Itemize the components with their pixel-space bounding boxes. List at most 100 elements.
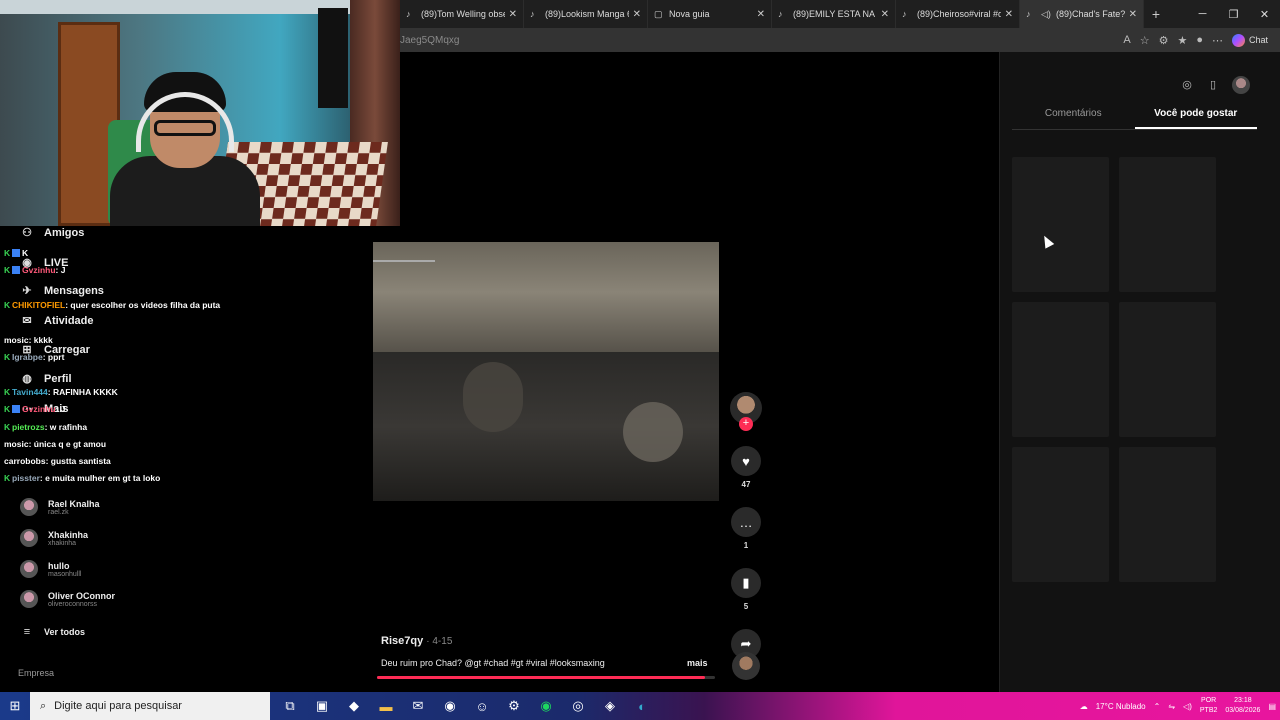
browser-tab[interactable]: ♪ (89)Lookism Manga 61 ✕ bbox=[524, 0, 648, 28]
nav-friends[interactable]: ⚇ Amigos bbox=[20, 226, 84, 240]
suggested-video[interactable] bbox=[1119, 302, 1216, 437]
close-window-icon[interactable]: ✕ bbox=[1249, 0, 1280, 28]
tiktok-icon: ♪ bbox=[778, 9, 783, 19]
webcam-overlay bbox=[0, 0, 400, 226]
list-icon: ≡ bbox=[23, 626, 31, 638]
phone-icon[interactable]: ▯ bbox=[1206, 78, 1220, 92]
more-icon[interactable]: ⋯ bbox=[1212, 34, 1223, 47]
mail-icon[interactable]: ✉ bbox=[406, 695, 430, 717]
tab-comments[interactable]: Comentários bbox=[1012, 108, 1135, 129]
star-icon[interactable]: ☆ bbox=[1140, 34, 1150, 47]
windows-taskbar: ⊞ ⌕ Digite aqui para pesquisar ⧉ ▣ ◆ ▬ ✉ … bbox=[0, 692, 1280, 720]
like-action[interactable]: ♥ 47 bbox=[730, 446, 762, 489]
browser-tab[interactable]: ▢ Nova guia ✕ bbox=[648, 0, 772, 28]
browser-tab-active[interactable]: ♪◁)(89)Chad's Fate? Pe✕ bbox=[1020, 0, 1144, 28]
following-item[interactable]: hullo masonhulll bbox=[20, 560, 81, 578]
steam-icon[interactable]: ⚙ bbox=[502, 695, 526, 717]
language-indicator[interactable]: POR PTB2 bbox=[1200, 696, 1218, 716]
video-progress-fill bbox=[377, 676, 705, 679]
translate-icon[interactable]: A bbox=[1123, 34, 1130, 46]
suggested-video[interactable] bbox=[1119, 447, 1216, 582]
app-icon[interactable]: ◈ bbox=[598, 695, 622, 717]
speaker-icon[interactable]: ◁) bbox=[1041, 9, 1051, 19]
tray-expand-icon[interactable]: ⌃ bbox=[1154, 702, 1161, 711]
close-tab-icon[interactable]: ✕ bbox=[881, 9, 889, 20]
close-tab-icon[interactable]: ✕ bbox=[1005, 9, 1013, 20]
clock[interactable]: 23:18 03/08/2026 bbox=[1225, 696, 1260, 716]
suggested-video[interactable] bbox=[1119, 157, 1216, 292]
notification-icon[interactable]: ▤ bbox=[1268, 702, 1276, 711]
chat-message: Kpisster: e muita mulher em gt ta loko bbox=[4, 473, 161, 483]
floating-player-icon[interactable]: ◎ bbox=[1180, 78, 1194, 92]
url-field[interactable]: Jaeg5QMqxg bbox=[400, 35, 1123, 46]
right-panel-tabs: Comentários Você pode gostar bbox=[1012, 108, 1257, 130]
copilot-chat-button[interactable]: Chat bbox=[1231, 33, 1268, 47]
close-tab-icon[interactable]: ✕ bbox=[757, 9, 765, 20]
restore-icon[interactable]: ❐ bbox=[1218, 0, 1249, 28]
minimize-icon[interactable]: ─ bbox=[1187, 0, 1218, 28]
suggested-video[interactable] bbox=[1012, 447, 1109, 582]
suggested-video[interactable] bbox=[1012, 157, 1109, 292]
chat-message: K CHIKITOFIEL: quer escolher os videos fi… bbox=[4, 300, 221, 310]
newtab-page-icon: ▢ bbox=[654, 9, 663, 19]
network-icon[interactable]: ⇋ bbox=[1168, 702, 1175, 711]
see-all-link[interactable]: ≡ Ver todos bbox=[20, 625, 85, 639]
nav-messages[interactable]: ✈ Mensagens bbox=[20, 284, 104, 298]
weather-icon: ☁ bbox=[1079, 701, 1088, 711]
video-player[interactable] bbox=[373, 242, 719, 501]
creator-avatar[interactable]: + bbox=[730, 392, 762, 431]
tiktok-icon: ♪ bbox=[530, 9, 535, 19]
comment-action[interactable]: … 1 bbox=[730, 507, 762, 550]
spotify-icon[interactable]: ◉ bbox=[534, 695, 558, 717]
browser-tab[interactable]: ♪ (89)Tom Welling obses ✕ bbox=[400, 0, 524, 28]
obs-icon[interactable]: ◎ bbox=[566, 695, 590, 717]
avatar bbox=[20, 529, 38, 547]
discord-icon[interactable]: ☺ bbox=[470, 695, 494, 717]
tab-you-may-like[interactable]: Você pode gostar bbox=[1134, 108, 1257, 129]
following-item[interactable]: Rael Knalha rael.zk bbox=[20, 498, 100, 516]
favorites-icon[interactable]: ★ bbox=[1177, 34, 1187, 47]
store-icon[interactable]: ◆ bbox=[342, 695, 366, 717]
task-view-icon[interactable]: ⧉ bbox=[278, 695, 302, 717]
suggested-videos-grid bbox=[1012, 157, 1218, 582]
company-link[interactable]: Empresa bbox=[18, 668, 54, 678]
user-avatar[interactable] bbox=[1232, 76, 1250, 94]
comment-icon[interactable]: … bbox=[731, 507, 761, 537]
chat-message: K Tavin444: RAFINHA KKKK bbox=[4, 387, 118, 397]
follow-plus-icon[interactable]: + bbox=[739, 417, 753, 431]
volume-icon[interactable]: ◁) bbox=[1183, 702, 1192, 711]
search-icon: ⌕ bbox=[40, 699, 47, 712]
avatar bbox=[20, 560, 38, 578]
browser-tab[interactable]: ♪(89)EMILY ESTA NA RA✕ bbox=[772, 0, 896, 28]
browser-tab[interactable]: ♪ (89)Cheiroso#viral #q ✕ bbox=[896, 0, 1020, 28]
chat-message: KK bbox=[4, 248, 29, 258]
caption-more-button[interactable]: mais bbox=[687, 658, 708, 668]
windows-start-icon[interactable]: ⊞ bbox=[0, 692, 30, 720]
bookmark-icon[interactable]: ▮ bbox=[731, 568, 761, 598]
save-action[interactable]: ▮ 5 bbox=[730, 568, 762, 611]
nav-activity[interactable]: ✉ Atividade bbox=[20, 314, 93, 328]
copilot-icon bbox=[1231, 33, 1245, 47]
extensions-icon[interactable]: ⚙ bbox=[1159, 34, 1169, 47]
profile-icon[interactable]: ● bbox=[1196, 34, 1203, 46]
nav-profile[interactable]: ◍ Perfil bbox=[20, 372, 71, 386]
folder-icon[interactable]: ▬ bbox=[374, 695, 398, 717]
suggested-video[interactable] bbox=[1012, 302, 1109, 437]
address-bar: Jaeg5QMqxg A ☆ ⚙ ★ ● ⋯ Chat bbox=[400, 28, 1280, 52]
app-icon[interactable]: ▣ bbox=[310, 695, 334, 717]
taskbar-search[interactable]: ⌕ Digite aqui para pesquisar bbox=[30, 692, 270, 720]
close-tab-icon[interactable]: ✕ bbox=[633, 9, 641, 20]
video-progress-bar[interactable] bbox=[377, 676, 715, 679]
tiktok-icon: ♪ bbox=[902, 9, 907, 19]
new-tab-button[interactable]: + bbox=[1144, 6, 1168, 22]
close-tab-icon[interactable]: ✕ bbox=[509, 9, 517, 20]
following-item[interactable]: Xhakinha xhakinha bbox=[20, 529, 88, 547]
heart-icon[interactable]: ♥ bbox=[731, 446, 761, 476]
close-tab-icon[interactable]: ✕ bbox=[1129, 9, 1137, 20]
edge-icon[interactable]: ◐ bbox=[630, 695, 654, 717]
profile-icon: ◍ bbox=[22, 373, 32, 385]
following-item[interactable]: Oliver OConnor oliveroconnorss bbox=[20, 590, 115, 608]
chrome-icon[interactable]: ◉ bbox=[438, 695, 462, 717]
video-author[interactable]: Rise7qy · 4-15 bbox=[381, 635, 452, 647]
music-disc-icon[interactable] bbox=[732, 652, 760, 680]
